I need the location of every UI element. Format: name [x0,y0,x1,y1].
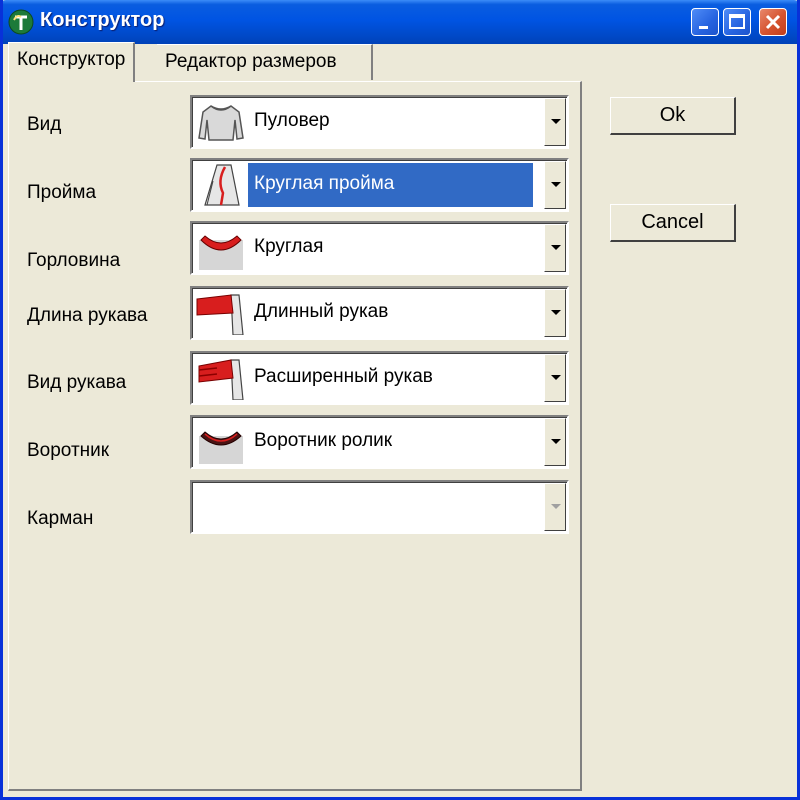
long-sleeve-icon [196,294,244,335]
chevron-down-icon [551,119,561,124]
sleeve-type-combobox[interactable]: Расширенный рукав [190,351,569,405]
sleeve-length-combobox[interactable]: Длинный рукав [190,286,569,340]
tab-size-editor[interactable]: Редактор размеров [157,44,373,80]
collar-dropdown-button[interactable] [544,418,566,466]
chevron-down-icon [551,439,561,444]
armhole-dropdown-button[interactable] [544,161,566,209]
close-icon [765,14,781,30]
pocket-dropdown-button[interactable] [544,483,566,531]
app-icon [8,9,34,35]
title-bar[interactable]: Конструктор [3,0,797,44]
armhole-icon [195,163,247,207]
ok-button[interactable]: Ok [610,97,736,135]
neckline-value: Круглая [254,236,324,257]
chevron-down-icon [551,375,561,380]
armhole-value: Круглая пройма [254,173,395,194]
maximize-icon [729,14,745,29]
neckline-icon [199,235,243,270]
sleeve-type-label: Вид рукава [27,372,127,393]
armhole-combobox[interactable]: Круглая пройма [190,158,569,212]
chevron-down-icon [551,504,561,509]
minimize-icon [699,26,708,29]
constructor-window: Конструктор Конструктор Редактор размеро… [0,0,800,800]
type-combobox[interactable]: Пуловер [190,95,569,149]
neckline-dropdown-button[interactable] [544,224,566,272]
sleeve-length-dropdown-button[interactable] [544,289,566,337]
maximize-button[interactable] [723,8,751,36]
pullover-icon [198,105,244,141]
type-value: Пуловер [254,110,330,131]
sleeve-length-value: Длинный рукав [254,301,389,322]
tab-constructor[interactable]: Конструктор [8,42,136,82]
flared-sleeve-icon [198,359,244,400]
minimize-button[interactable] [691,8,719,36]
roll-collar-icon [199,431,243,464]
sleeve-length-label: Длина рукава [27,305,148,326]
sleeve-type-dropdown-button[interactable] [544,354,566,402]
type-label: Вид [27,114,62,135]
collar-combobox[interactable]: Воротник ролик [190,415,569,469]
sleeve-type-value: Расширенный рукав [254,366,433,387]
neckline-combobox[interactable]: Круглая [190,221,569,275]
collar-label: Воротник [27,440,110,461]
chevron-down-icon [551,245,561,250]
window-title: Конструктор [40,9,165,31]
neckline-label: Горловина [27,250,121,271]
collar-value: Воротник ролик [254,430,393,451]
chevron-down-icon [551,310,561,315]
close-button[interactable] [759,8,787,36]
armhole-label: Пройма [27,182,97,203]
chevron-down-icon [551,182,561,187]
type-dropdown-button[interactable] [544,98,566,146]
pocket-combobox[interactable] [190,480,569,534]
cancel-button[interactable]: Cancel [610,204,736,242]
pocket-label: Карман [27,508,94,529]
